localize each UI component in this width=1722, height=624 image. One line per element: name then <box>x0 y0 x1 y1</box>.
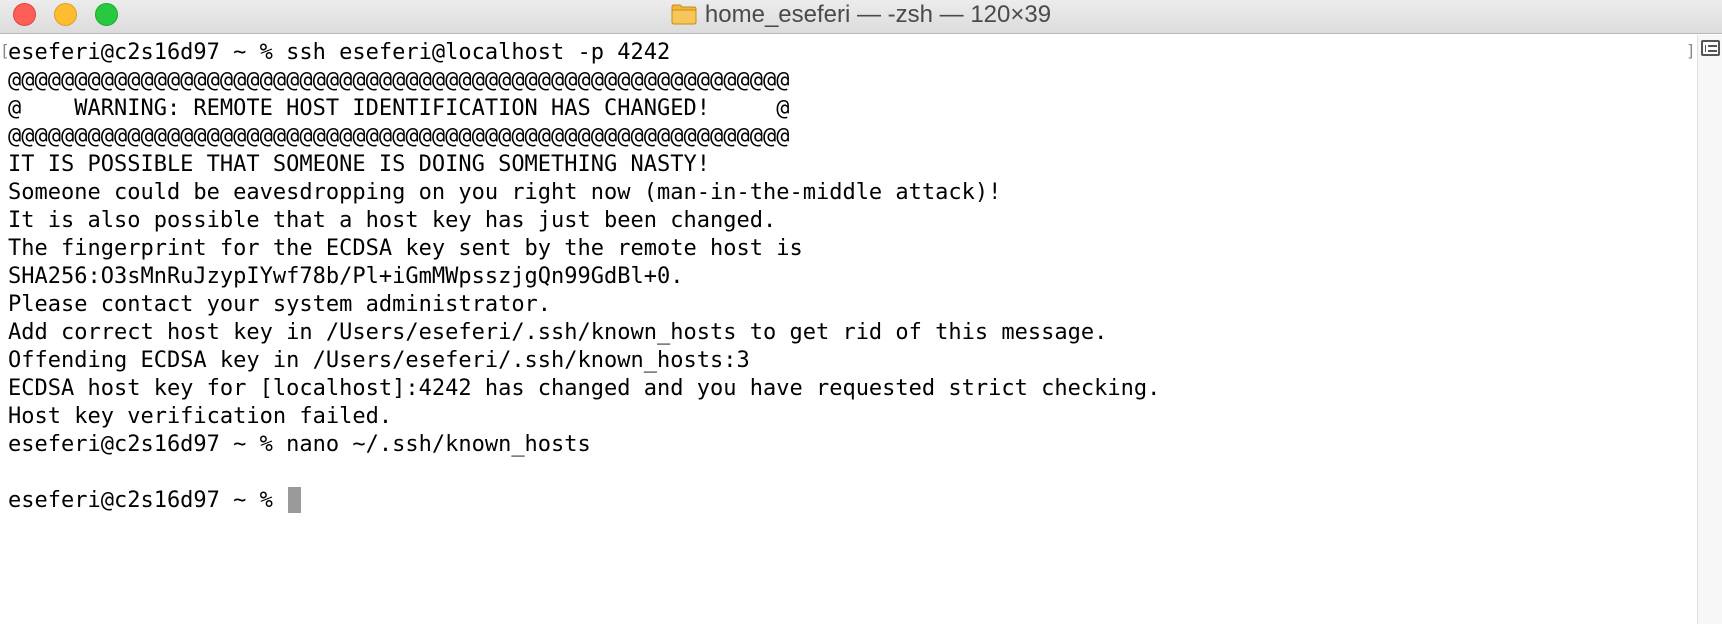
terminal-line: eseferi@c2s16d97 ~ % ssh eseferi@localho… <box>8 40 671 65</box>
terminal-line: @@@@@@@@@@@@@@@@@@@@@@@@@@@@@@@@@@@@@@@@… <box>8 68 790 93</box>
title-bar[interactable]: home_eseferi — -zsh — 120×39 <box>0 0 1722 34</box>
terminal-line: Someone could be eavesdropping on you ri… <box>8 180 1002 205</box>
text-cursor <box>288 487 302 513</box>
terminal-line: eseferi@c2s16d97 ~ % nano ~/.ssh/known_h… <box>8 432 591 457</box>
terminal-line: Host key verification failed. <box>8 404 393 429</box>
terminal-line: @ WARNING: REMOTE HOST IDENTIFICATION HA… <box>8 96 790 121</box>
terminal-line: It is also possible that a host key has … <box>8 208 777 233</box>
terminal-window: home_eseferi — -zsh — 120×39 [ ] eseferi… <box>0 0 1722 624</box>
prompt-text: eseferi@c2s16d97 ~ % <box>8 488 287 513</box>
window-title-group: home_eseferi — -zsh — 120×39 <box>0 0 1722 30</box>
terminal-line: ECDSA host key for [localhost]:4242 has … <box>8 376 1161 401</box>
terminal-output: eseferi@c2s16d97 ~ % ssh eseferi@localho… <box>8 39 1160 515</box>
terminal-line: Please contact your system administrator… <box>8 292 552 317</box>
terminal-line: IT IS POSSIBLE THAT SOMEONE IS DOING SOM… <box>8 152 710 177</box>
folder-icon <box>671 3 697 25</box>
window-title: home_eseferi — -zsh — 120×39 <box>704 1 1052 28</box>
prompt-line[interactable]: eseferi@c2s16d97 ~ % <box>8 487 1160 515</box>
split-pane-icon[interactable] <box>1701 40 1720 56</box>
terminal-line: SHA256:O3sMnRuJzypIYwf78b/Pl+iGmMWpsszjg… <box>8 264 684 289</box>
terminal-line: @@@@@@@@@@@@@@@@@@@@@@@@@@@@@@@@@@@@@@@@… <box>8 124 790 149</box>
terminal-line: Offending ECDSA key in /Users/eseferi/.s… <box>8 348 750 373</box>
right-marker-bracket: ] <box>1686 41 1696 60</box>
scrollbar-area[interactable] <box>1697 35 1722 624</box>
terminal-line: The fingerprint for the ECDSA key sent b… <box>8 236 803 261</box>
terminal-line: Add correct host key in /Users/eseferi/.… <box>8 320 1108 345</box>
terminal-content[interactable]: [ ] eseferi@c2s16d97 ~ % ssh eseferi@loc… <box>0 35 1697 624</box>
